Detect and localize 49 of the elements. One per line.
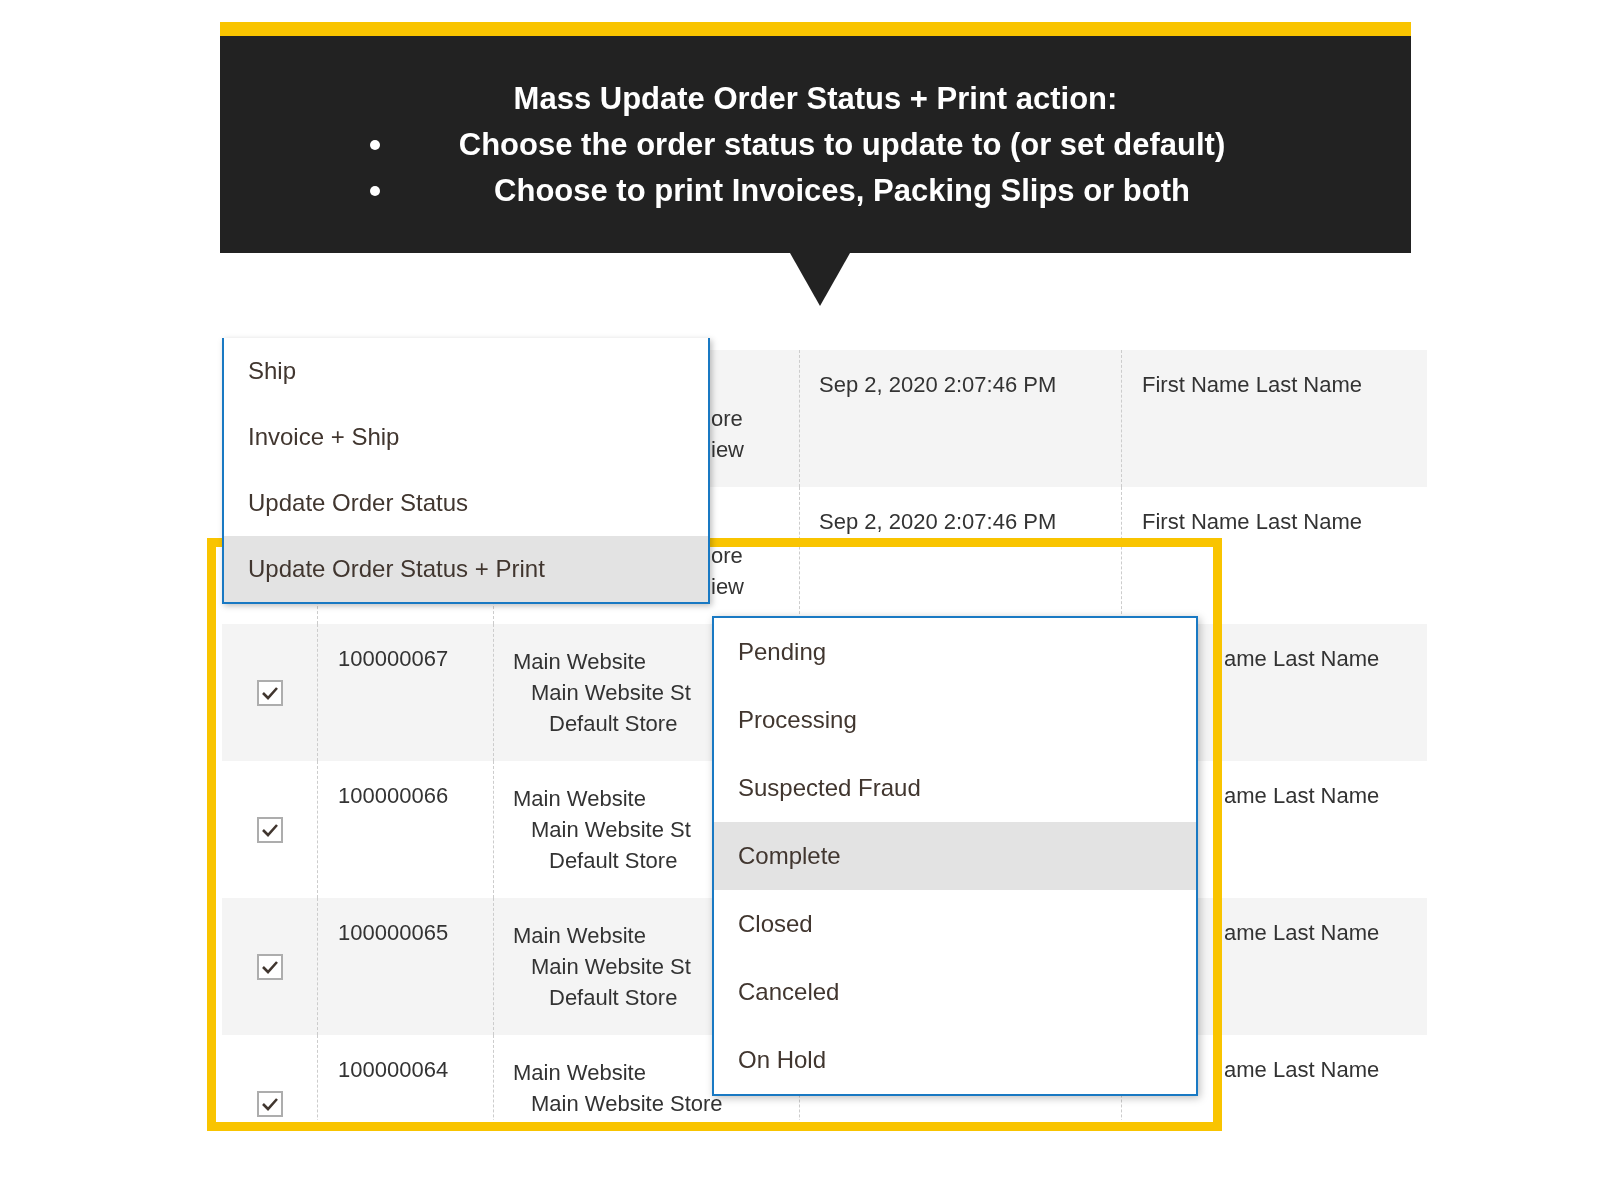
status-option[interactable]: Closed xyxy=(714,890,1196,958)
order-id: 100000066 xyxy=(338,783,449,808)
customer-name: First Name Last Name xyxy=(1142,509,1363,534)
store-scope-text: Main Website St xyxy=(530,679,691,707)
bullet-icon xyxy=(370,140,380,150)
menu-item[interactable]: Update Order Status + Print xyxy=(224,536,708,602)
store-scope-text: iew xyxy=(711,573,744,601)
customer-name: First Name Last Name xyxy=(1142,372,1363,397)
check-icon xyxy=(260,822,279,837)
bullet-item: Choose the order status to update to (or set default) xyxy=(457,126,1227,164)
order-id: 100000065 xyxy=(338,920,449,945)
check-icon xyxy=(260,959,279,974)
bullet-icon xyxy=(370,186,380,196)
status-option[interactable]: Pending xyxy=(714,618,1196,686)
customer-name: ame Last Name xyxy=(1224,646,1380,671)
customer-name: ame Last Name xyxy=(1224,1057,1380,1082)
row-checkbox[interactable] xyxy=(256,816,283,843)
store-scope-text: Main Website xyxy=(513,922,646,950)
store-scope-text: Main Website xyxy=(513,785,646,813)
store-scope-text: Main Website St xyxy=(530,816,691,844)
status-option[interactable]: Canceled xyxy=(714,958,1196,1026)
row-checkbox[interactable] xyxy=(256,1090,283,1117)
store-scope-text: Main Website xyxy=(513,1059,646,1087)
store-scope-text: Default Store xyxy=(548,984,678,1012)
callout-title: Mass Update Order Status + Print action: xyxy=(512,80,1119,118)
store-scope-text: Main Website St xyxy=(530,953,691,981)
menu-item[interactable]: Ship xyxy=(224,338,708,404)
purchase-date: Sep 2, 2020 2:07:46 PM xyxy=(819,509,1057,534)
customer-name: ame Last Name xyxy=(1224,783,1380,808)
order-id: 100000067 xyxy=(338,646,449,671)
store-scope-text: ore xyxy=(711,405,743,433)
customer-name: ame Last Name xyxy=(1224,920,1380,945)
check-icon xyxy=(260,685,279,700)
purchase-date: Sep 2, 2020 2:07:46 PM xyxy=(819,372,1057,397)
order-id: 100000064 xyxy=(338,1057,449,1082)
store-scope-text: Default Store xyxy=(548,710,678,738)
row-checkbox[interactable] xyxy=(256,953,283,980)
status-option[interactable]: Processing xyxy=(714,686,1196,754)
store-scope-text: Default Store xyxy=(548,847,678,875)
row-checkbox[interactable] xyxy=(256,679,283,706)
status-option[interactable]: Suspected Fraud xyxy=(714,754,1196,822)
check-icon xyxy=(260,1096,279,1111)
menu-item[interactable]: Update Order Status xyxy=(224,470,708,536)
bullet-item: Choose to print Invoices, Packing Slips or both xyxy=(493,172,1191,210)
menu-item[interactable]: Invoice + Ship xyxy=(224,404,708,470)
store-scope-text: Main Website xyxy=(513,648,646,676)
store-scope-text: ore xyxy=(711,542,743,570)
store-scope-text: iew xyxy=(711,436,744,464)
status-option[interactable]: Complete xyxy=(714,822,1196,890)
